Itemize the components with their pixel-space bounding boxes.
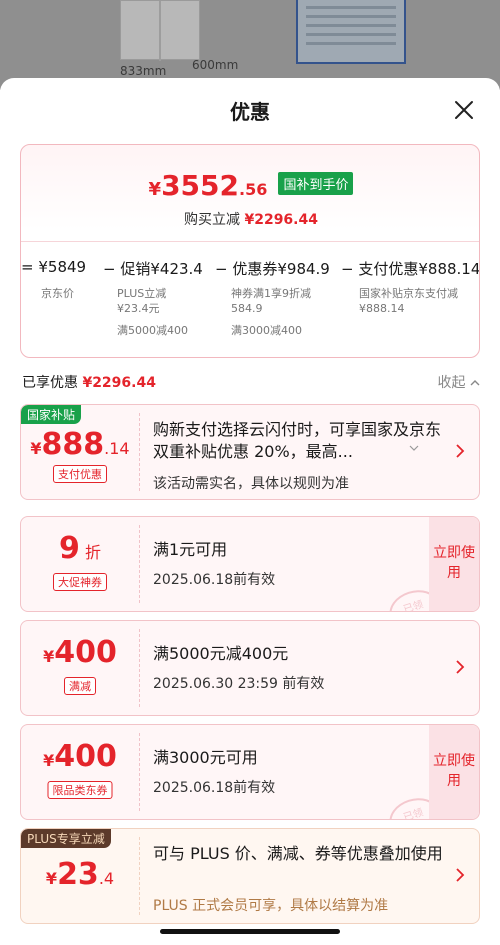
collapse-label: 收起 [437, 375, 466, 391]
collapse-button[interactable]: 收起 [438, 372, 480, 392]
discount-value: ¥400 [43, 635, 117, 670]
expand-chevron-icon[interactable] [409, 445, 419, 452]
dimension-depth: 600mm [192, 58, 239, 72]
coupon-card-full-reduction[interactable]: ¥400 满减 满5000元减400元 2025.06.30 23:59 前有效 [20, 620, 480, 716]
discount-type-tag: 满减 [64, 677, 96, 695]
breakdown-coupon: − 优惠券¥984.9 [215, 260, 330, 278]
sheet-title: 优惠 [230, 100, 270, 124]
discount-type-tag: 限品类东券 [47, 781, 113, 799]
breakdown-payment-label: 国家补贴京东支付减 [359, 287, 458, 300]
breakdown-promotion-sub2: 满5000减400 [117, 324, 188, 337]
discount-card-subsidy[interactable]: ¥888.14 支付优惠 国家补贴 购新支付选择云闪付时，可享国家及京东双重补贴… [20, 404, 480, 500]
discount-value: ¥23.4 [45, 857, 115, 892]
subsidy-price-badge: 国补到手价 [278, 172, 354, 195]
discount-value: ¥400 [43, 739, 117, 774]
breakdown-coupon-label: 神券满1享9折减 [231, 287, 311, 300]
coupon-card-discount-rate: 9 折 大促神券 满1元可用 2025.06.18前有效 已领 立即使用 [20, 516, 480, 612]
energy-label-image [296, 0, 406, 64]
coupon-card-category: ¥400 限品类东券 满3000元可用 2025.06.18前有效 已领 立即使… [20, 724, 480, 820]
dimension-width: 833mm [120, 64, 167, 78]
plus-discount-note: PLUS 正式会员可享，具体以结算为准 [153, 898, 389, 914]
breakdown-coupon-sub2: 满3000减400 [231, 324, 302, 337]
coupon-expiry: 2025.06.18前有效 [153, 572, 276, 588]
breakdown-jd-label: 京东价 [41, 287, 74, 300]
discount-value-block: ¥400 限品类东券 [21, 725, 139, 819]
breakdown-jd-price: = ¥5849 [21, 258, 87, 276]
discount-value: 9 折 [59, 531, 101, 566]
discount-value-block: ¥400 满减 [21, 621, 139, 715]
enjoyed-label: 已享优惠 [22, 375, 78, 391]
subsidy-corner-tag: 国家补贴 [21, 405, 82, 424]
chevron-right-icon[interactable] [455, 659, 465, 675]
discount-value-block: 9 折 大促神券 [21, 517, 139, 611]
breakdown-coupon-sub1: 584.9 [231, 302, 263, 315]
discount-card-plus[interactable]: ¥23.4 PLUS专享立减 可与 PLUS 价、满减、券等优惠叠加使用 PLU… [20, 828, 480, 924]
discount-title: 购新支付选择云闪付时，可享国家及京东双重补贴优惠 20%，最高... [153, 420, 442, 461]
price-integer: 3552 [161, 169, 239, 202]
chevron-right-icon[interactable] [455, 867, 465, 883]
chevron-up-icon [470, 380, 480, 386]
coupon-condition: 满1元可用 [153, 540, 228, 559]
total-saved: 购买立减 ¥2296.44 [21, 209, 479, 229]
coupon-condition: 满3000元可用 [153, 748, 258, 767]
enjoyed-discounts-header: 已享优惠 ¥2296.44 [22, 372, 156, 392]
price-summary-card: ¥3552.56 国补到手价 购买立减 ¥2296.44 = ¥5849 京东价… [20, 144, 480, 358]
use-now-button[interactable]: 立即使用 [429, 725, 479, 819]
price-decimal: .56 [239, 180, 268, 199]
breakdown-promotion-label: PLUS立减 [117, 287, 167, 300]
home-indicator[interactable] [160, 929, 340, 934]
coupon-expiry: 2025.06.18前有效 [153, 780, 276, 796]
saved-amount: ¥2296.44 [244, 212, 318, 228]
plus-discount-title: 可与 PLUS 价、满减、券等优惠叠加使用 [153, 844, 443, 863]
coupon-expiry: 2025.06.30 23:59 前有效 [153, 676, 325, 692]
discount-type-tag: 大促神券 [53, 573, 107, 591]
saved-label: 购买立减 [184, 212, 241, 228]
final-price: ¥3552.56 国补到手价 [21, 169, 479, 202]
use-now-button[interactable]: 立即使用 [429, 517, 479, 611]
fridge-image [120, 0, 200, 61]
product-image-backdrop: 833mm 600mm [0, 0, 500, 90]
enjoyed-amount: ¥2296.44 [82, 375, 156, 391]
breakdown-promotion: − 促销¥423.4 [103, 260, 203, 278]
discount-value: ¥888.14 [30, 427, 130, 462]
discount-note: 该活动需实名，具体以规则为准 [153, 476, 349, 492]
price-currency: ¥ [148, 179, 162, 200]
price-breakdown: = ¥5849 京东价 − 促销¥423.4 PLUS立减 ¥23.4元 满50… [21, 241, 480, 357]
coupon-condition: 满5000元减400元 [153, 644, 289, 663]
breakdown-payment: − 支付优惠¥888.14 [341, 260, 480, 278]
close-icon[interactable] [452, 98, 476, 122]
discount-type-tag: 支付优惠 [53, 465, 107, 483]
discount-sheet: 优惠 ¥3552.56 国补到手价 购买立减 ¥2296.44 = ¥5849 … [0, 78, 500, 945]
plus-corner-tag: PLUS专享立减 [21, 829, 111, 848]
breakdown-promotion-sub1: ¥23.4元 [117, 302, 160, 315]
breakdown-payment-sub1: ¥888.14 [359, 302, 405, 315]
chevron-right-icon[interactable] [455, 443, 465, 459]
